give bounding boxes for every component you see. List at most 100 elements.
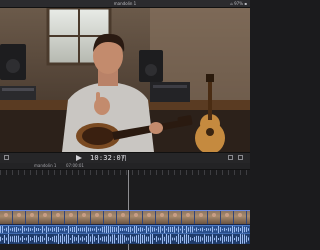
waveform-bar [186,226,187,233]
waveform-bar [112,226,113,233]
waveform-bar [88,227,89,232]
fullscreen-icon[interactable] [228,155,233,160]
waveform-bar [52,227,53,232]
audio-track[interactable] [0,225,250,233]
clip-thumbnail [247,211,250,224]
waveform-bar [54,227,55,232]
waveform-bar [48,227,49,232]
waveform-bar [188,227,189,232]
video-viewer[interactable] [0,8,250,152]
waveform-bar [44,228,45,231]
waveform-bar [88,234,89,244]
waveform-bar [82,236,83,242]
waveform-bar [122,234,123,244]
waveform-bar [102,236,103,242]
waveform-bar [10,236,11,242]
waveform-bar [30,228,31,231]
waveform-bar [108,226,109,233]
waveform-bar [90,236,91,242]
waveform-bar [36,227,37,232]
waveform-bar [214,237,215,241]
waveform-bar [186,234,187,244]
waveform-bar [102,226,103,233]
waveform-bar [148,236,149,242]
level-meter-icon [122,155,123,161]
waveform-bar [96,226,97,233]
waveform-bar [196,235,197,243]
project-name[interactable]: mandolin 1 [34,163,56,169]
level-meter-icon [125,155,126,161]
waveform-bar [32,237,33,241]
settings-icon[interactable] [238,155,243,160]
clip-thumbnail [156,211,169,224]
clip-thumbnail [13,211,26,224]
waveform-bar [72,226,73,233]
waveform-bar [230,236,231,242]
waveform-bar [32,228,33,231]
waveform-bar [16,226,17,233]
waveform-bar [206,227,207,232]
clip-thumbnail [143,211,156,224]
waveform-bar [48,236,49,242]
waveform-bar [72,234,73,244]
waveform-bar [164,226,165,233]
video-clip[interactable] [0,210,250,225]
waveform-bar [74,227,75,232]
waveform-bar [28,235,29,243]
waveform-bar [128,237,129,241]
waveform-bar [56,226,57,233]
clip-thumbnail [65,211,78,224]
waveform-bar [94,236,95,242]
waveform-bar [184,228,185,231]
waveform-bar [78,235,79,243]
audio-track-secondary[interactable] [0,233,250,244]
timecode-display[interactable]: 10:32:07 [90,153,125,163]
waveform-bar [52,236,53,242]
waveform-bar [138,234,139,244]
waveform-bar [140,227,141,232]
waveform-bar [68,226,69,233]
clip-thumbnail [104,211,117,224]
waveform-bar [122,227,123,232]
waveform-bar [106,236,107,242]
waveform-bar [78,228,79,231]
waveform-bar [132,236,133,242]
waveform-bar [248,237,249,241]
waveform-bar [6,227,7,232]
waveform-bar [130,226,131,233]
waveform-bar [232,234,233,244]
waveform-bar [126,227,127,232]
audio-waveform [0,226,249,233]
waveform-bar [166,234,167,244]
timeline-ruler[interactable] [0,170,250,175]
waveform-bar [238,226,239,233]
waveform-bar [26,228,27,231]
waveform-bar [2,238,3,240]
clip-thumbnail [182,211,195,224]
waveform-bar [210,228,211,231]
waveform-bar [180,228,181,231]
waveform-bar [82,227,83,232]
clip-thumbnail [130,211,143,224]
waveform-bar [132,228,133,231]
waveform-bar [124,228,125,231]
waveform-bar [60,228,61,231]
waveform-bar [240,228,241,231]
play-icon[interactable] [76,155,82,161]
waveform-bar [40,235,41,243]
waveform-bar [68,234,69,244]
waveform-bar [60,235,61,243]
timeline[interactable] [0,170,250,250]
waveform-bar [0,236,1,242]
waveform-bar [172,237,173,241]
waveform-bar [178,234,179,244]
waveform-bar [90,227,91,232]
waveform-bar [244,226,245,233]
waveform-bar [144,234,145,244]
viewer-options-icon[interactable] [4,155,9,160]
waveform-bar [174,226,175,233]
waveform-bar [108,234,109,244]
waveform-bar [168,235,169,243]
waveform-bar [50,228,51,231]
waveform-bar [210,236,211,242]
